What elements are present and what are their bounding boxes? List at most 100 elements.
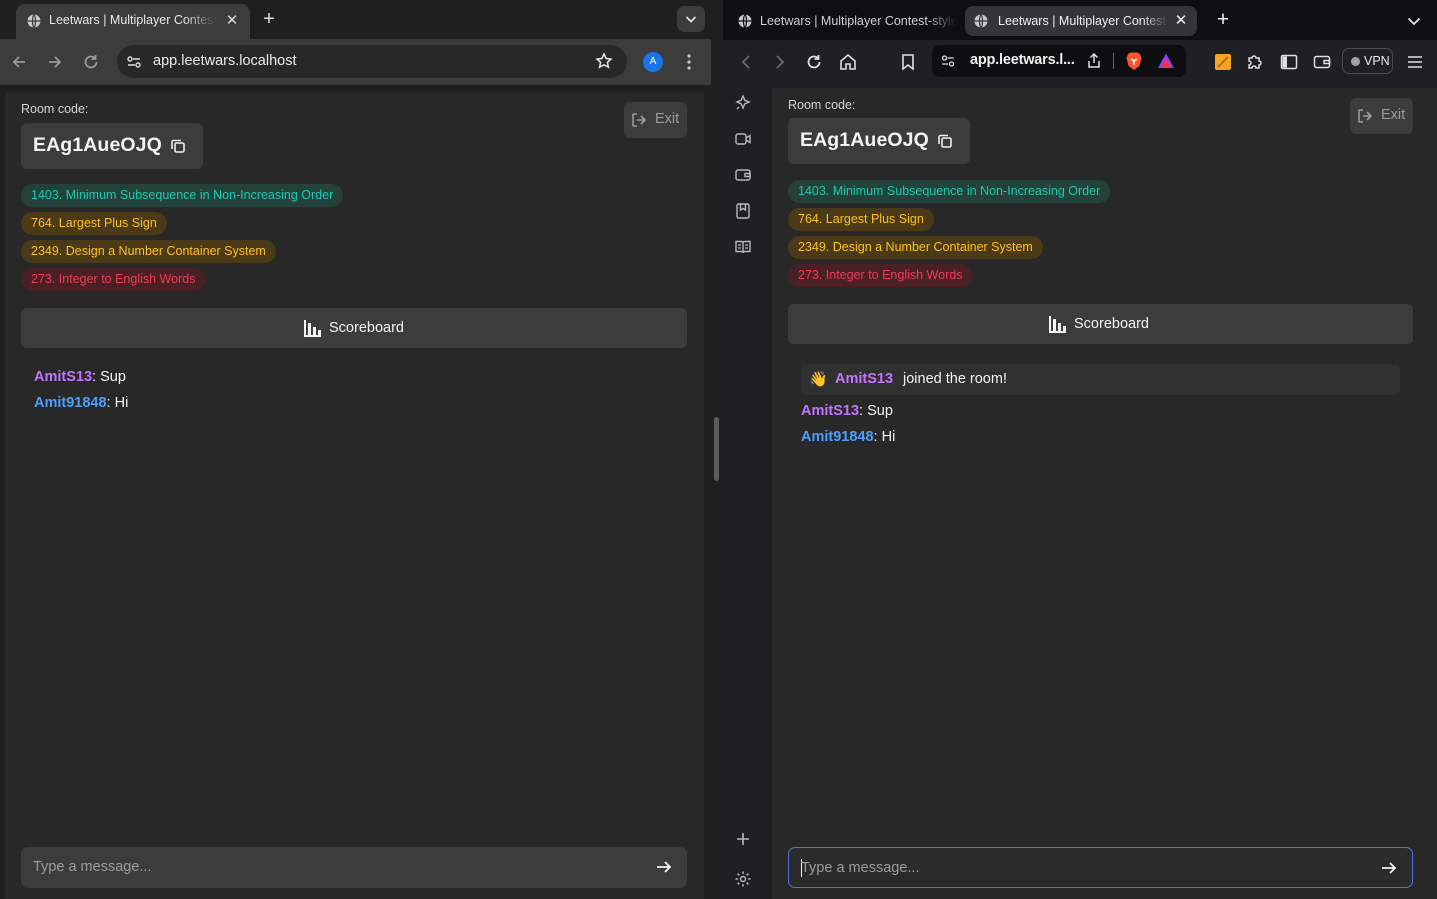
room-code-label: Room code: [21,102,89,116]
home-icon[interactable] [838,52,858,72]
add-sidebar-item-icon[interactable] [734,830,752,848]
forward-icon[interactable] [770,52,790,72]
extension-square-icon[interactable] [1213,52,1233,72]
kebab-menu-icon[interactable] [680,52,698,72]
chat-message: AmitS13: Sup [34,369,126,385]
back-icon[interactable] [9,52,29,72]
right-tab-strip: Leetwars | Multiplayer Contest-style Lee… [723,0,1437,40]
chat-username: AmitS13 [34,369,93,385]
waving-hand-icon: 👋 [809,371,828,388]
bookmark-icon[interactable] [898,52,918,72]
site-settings-icon[interactable] [940,53,956,69]
chat-username: Amit91848 [801,429,874,445]
left-tab-strip: Leetwars | Multiplayer Contest-style Lee… [0,0,711,39]
globe-icon [738,14,752,28]
problem-pill-medium[interactable]: 2349. Design a Number Container System [21,240,276,263]
scoreboard-label: Scoreboard [1074,316,1149,332]
left-address-bar[interactable]: app.leetwars.localhost [117,45,627,78]
hamburger-menu-icon[interactable] [1405,52,1425,72]
room-code-label: Room code: [788,98,856,112]
chat-message-input[interactable] [801,858,1361,878]
chat-message: AmitS13: Sup [801,403,893,419]
chat-username: AmitS13 [801,403,860,419]
vpn-button[interactable]: VPN [1342,48,1393,74]
scoreboard-button[interactable]: Scoreboard [788,304,1413,344]
close-tab-icon[interactable]: ✕ [1173,13,1189,29]
brave-sidebar [723,84,763,899]
leo-ai-icon[interactable] [734,94,752,112]
brave-rewards-icon[interactable] [1157,52,1175,70]
right-page-content: Room code: EAg1AueOJQ Exit 1403. Minimum… [772,88,1437,899]
scoreboard-button[interactable]: Scoreboard [21,308,687,348]
exit-button[interactable]: Exit [1350,98,1413,134]
vpn-status-dot [1351,57,1360,66]
chat-text: : Hi [106,395,129,411]
share-icon[interactable] [1086,52,1102,70]
window-split-handle[interactable] [714,417,719,481]
back-icon[interactable] [736,52,756,72]
brave-shields-icon[interactable] [1125,51,1143,71]
left-browser-window: Leetwars | Multiplayer Contest-style Lee… [0,0,711,899]
reload-icon[interactable] [804,52,824,72]
scoreboard-label: Scoreboard [329,320,404,336]
chat-input-box [788,847,1413,888]
sidebar-toggle-icon[interactable] [1279,52,1299,72]
talk-video-icon[interactable] [734,130,752,148]
left-page-content: Room code: EAg1AueOJQ Exit 1403. Minimum… [5,92,704,899]
left-tab-active[interactable]: Leetwars | Multiplayer Contest-style Lee… [16,4,250,39]
new-tab-button[interactable]: + [1213,9,1233,30]
chat-text: : Hi [873,429,896,445]
gear-icon[interactable] [734,870,752,888]
right-tab-inactive[interactable]: Leetwars | Multiplayer Contest-style Lee… [729,6,965,36]
room-app-right: Room code: EAg1AueOJQ Exit 1403. Minimum… [772,88,1437,899]
tab-search-button[interactable] [677,6,705,32]
right-toolbar: app.leetwars.l... VPN [723,40,1437,84]
problem-pill-easy[interactable]: 1403. Minimum Subsequence in Non-Increas… [21,184,344,207]
right-address-bar[interactable]: app.leetwars.l... [932,45,1186,77]
problem-pill-medium[interactable]: 2349. Design a Number Container System [788,236,1043,259]
bookmark-star-icon[interactable] [595,52,613,70]
exit-icon [632,113,647,127]
site-settings-icon[interactable] [125,53,143,71]
reading-list-icon[interactable] [734,238,752,256]
room-code-box: EAg1AueOJQ [21,123,203,169]
send-arrow-icon[interactable] [1380,859,1398,877]
bar-chart-icon [304,320,321,337]
forward-icon[interactable] [45,52,65,72]
left-toolbar: app.leetwars.localhost A [0,39,711,85]
right-tab1-title: Leetwars | Multiplayer Contest-style Lee… [760,14,956,28]
profile-avatar[interactable]: A [643,52,663,72]
bar-chart-icon [1049,316,1066,333]
room-code-box: EAg1AueOJQ [788,118,970,164]
right-url-text: app.leetwars.l... [970,52,1075,68]
bookmarks-icon[interactable] [734,202,752,220]
chat-username: Amit91848 [34,395,107,411]
right-tab2-title: Leetwars | Multiplayer Contest-style Lee… [998,14,1168,28]
close-tab-icon[interactable]: ✕ [224,13,240,29]
send-arrow-icon[interactable] [655,858,673,876]
screen: Leetwars | Multiplayer Contest-style Lee… [0,0,1437,899]
wallet-icon[interactable] [1312,52,1332,72]
exit-icon [1358,109,1373,123]
problem-pill-hard[interactable]: 273. Integer to English Words [788,264,973,287]
reload-icon[interactable] [81,52,101,72]
problem-pill-easy[interactable]: 1403. Minimum Subsequence in Non-Increas… [788,180,1111,203]
problem-pill-medium[interactable]: 764. Largest Plus Sign [788,208,934,231]
copy-icon[interactable] [169,137,187,155]
room-code-value: EAg1AueOJQ [800,129,929,151]
chevron-down-icon[interactable] [1405,12,1423,30]
problem-pill-medium[interactable]: 764. Largest Plus Sign [21,212,167,235]
right-tab-active[interactable]: Leetwars | Multiplayer Contest-style Lee… [965,6,1197,36]
wallet-icon[interactable] [734,166,752,184]
new-tab-button[interactable]: + [259,9,279,29]
chat-input-box [21,847,687,888]
globe-icon [974,14,988,28]
chat-text: : Sup [92,369,126,385]
copy-icon[interactable] [936,132,954,150]
right-browser-window: Leetwars | Multiplayer Contest-style Lee… [723,0,1437,899]
exit-button[interactable]: Exit [624,102,687,138]
join-notice: 👋 AmitS13 joined the room! [801,364,1400,395]
problem-pill-hard[interactable]: 273. Integer to English Words [21,268,206,291]
chat-message-input[interactable] [33,857,593,877]
puzzle-extensions-icon[interactable] [1245,52,1265,72]
